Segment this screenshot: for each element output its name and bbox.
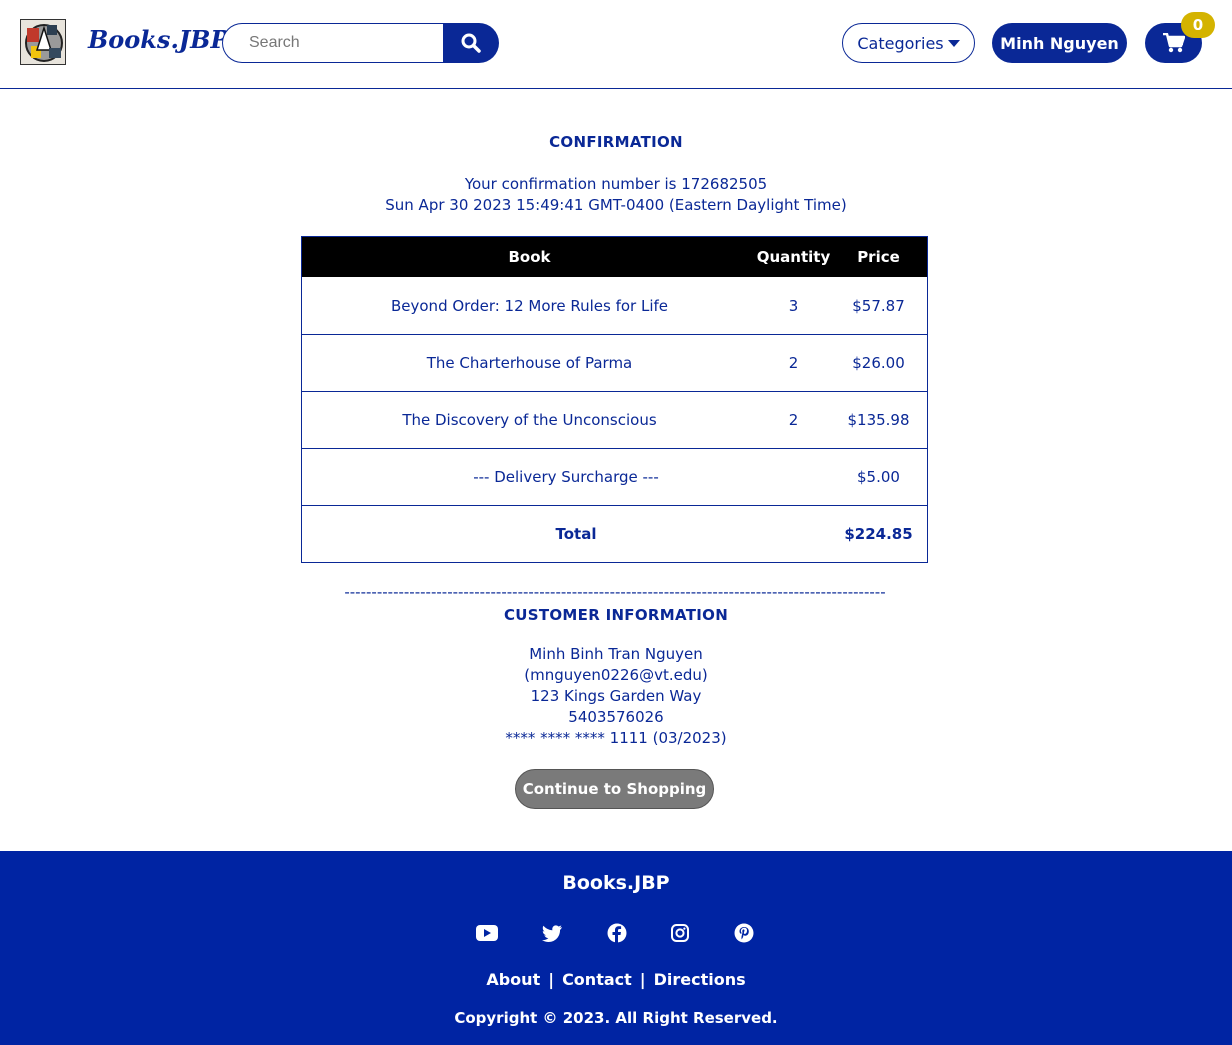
book-title: The Discovery of the Unconscious bbox=[402, 411, 657, 429]
search-input[interactable] bbox=[222, 23, 444, 63]
search-bar bbox=[222, 23, 499, 63]
footer-brand[interactable]: Books.JBP bbox=[0, 872, 1232, 894]
book-quantity: 3 bbox=[788, 296, 799, 315]
facebook-icon[interactable] bbox=[606, 922, 628, 944]
user-account-button[interactable]: Minh Nguyen bbox=[992, 23, 1127, 63]
total-label: Total bbox=[555, 525, 597, 543]
twitter-icon[interactable] bbox=[541, 922, 563, 944]
customer-phone: 5403576026 bbox=[568, 708, 664, 726]
search-icon bbox=[461, 33, 481, 53]
customer-info-heading: CUSTOMER INFORMATION bbox=[503, 606, 729, 624]
total-price: $224.85 bbox=[844, 525, 913, 543]
book-quantity: 2 bbox=[788, 354, 799, 372]
pinterest-icon[interactable] bbox=[733, 922, 755, 944]
book-price: $26.00 bbox=[852, 354, 905, 372]
book-price: $135.98 bbox=[847, 411, 910, 429]
book-title: The Charterhouse of Parma bbox=[426, 354, 633, 372]
contact-link[interactable]: Contact bbox=[562, 970, 632, 989]
brand-logo-text[interactable]: Books.JBP bbox=[88, 25, 228, 54]
directions-link[interactable]: Directions bbox=[654, 970, 746, 989]
table-row: The Charterhouse of Parma 2 $26.00 bbox=[302, 334, 927, 391]
header-book: Book bbox=[508, 248, 551, 266]
copyright-text: Copyright © 2023. All Right Reserved. bbox=[454, 1009, 778, 1027]
instagram-icon[interactable] bbox=[669, 922, 691, 944]
surcharge-label: --- Delivery Surcharge --- bbox=[473, 468, 659, 486]
cart-count-badge: 0 bbox=[1181, 12, 1215, 38]
caret-down-icon bbox=[947, 40, 960, 47]
table-row: The Discovery of the Unconscious 2 $135.… bbox=[302, 391, 927, 448]
link-separator: | bbox=[548, 970, 555, 989]
order-table: Book Quantity Price Beyond Order: 12 Mor… bbox=[301, 236, 928, 563]
site-logo[interactable] bbox=[20, 19, 66, 65]
customer-name: Minh Binh Tran Nguyen bbox=[529, 645, 703, 663]
about-link[interactable]: About bbox=[486, 970, 540, 989]
site-footer: Books.JBP About | Contact | Directions Copyr… bbox=[0, 851, 1232, 1045]
confirmation-heading: CONFIRMATION bbox=[549, 133, 683, 151]
table-row: Beyond Order: 12 More Rules for Life 3 $… bbox=[302, 277, 927, 334]
shopping-cart-icon bbox=[1162, 33, 1185, 53]
total-row: Total $224.85 bbox=[302, 505, 927, 562]
search-button[interactable] bbox=[443, 23, 499, 63]
table-header-row: Book Quantity Price bbox=[302, 237, 927, 277]
customer-address: 123 Kings Garden Way bbox=[530, 687, 702, 705]
confirmation-number: Your confirmation number is 172682505 bbox=[464, 175, 768, 193]
surcharge-row: --- Delivery Surcharge --- $5.00 bbox=[302, 448, 927, 505]
book-price: $57.87 bbox=[852, 296, 905, 315]
youtube-icon[interactable] bbox=[476, 922, 498, 944]
link-separator: | bbox=[639, 970, 646, 989]
header-price: Price bbox=[857, 248, 900, 266]
surcharge-price: $5.00 bbox=[857, 468, 900, 486]
customer-card: **** **** **** 1111 (03/2023) bbox=[505, 729, 727, 747]
categories-label: Categories bbox=[857, 33, 944, 53]
header-quantity: Quantity bbox=[756, 248, 831, 266]
categories-dropdown[interactable]: Categories bbox=[842, 23, 975, 63]
book-quantity: 2 bbox=[788, 411, 799, 429]
book-title: Beyond Order: 12 More Rules for Life bbox=[390, 296, 669, 315]
site-header: Books.JBP Categories Minh Nguyen 0 bbox=[0, 0, 1232, 89]
footer-links: About | Contact | Directions bbox=[0, 970, 1232, 989]
confirmation-date: Sun Apr 30 2023 15:49:41 GMT-0400 (Easte… bbox=[385, 196, 847, 214]
section-divider: ----------------------------------------… bbox=[344, 583, 886, 601]
customer-email: (mnguyen0226@vt.edu) bbox=[524, 666, 708, 684]
continue-shopping-button[interactable]: Continue to Shopping bbox=[515, 769, 714, 809]
